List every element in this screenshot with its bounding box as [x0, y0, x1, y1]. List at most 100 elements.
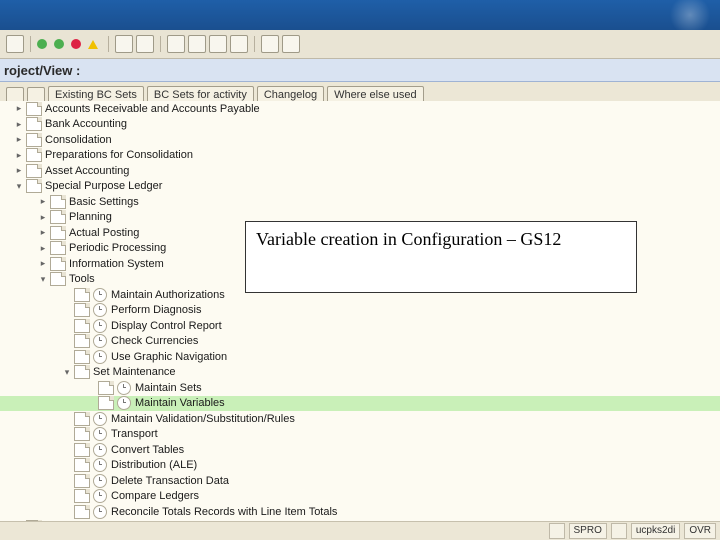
chevron-right-icon[interactable]: ▸: [14, 135, 24, 145]
chevron-right-icon[interactable]: ▸: [38, 228, 48, 238]
chevron-right-icon[interactable]: ▸: [14, 166, 24, 176]
tree-label: Maintain Sets: [135, 382, 202, 394]
activity-icon[interactable]: [117, 381, 131, 395]
activity-icon[interactable]: [93, 427, 107, 441]
doc-icon: [26, 179, 42, 193]
doc-icon: [74, 505, 90, 519]
chevron-down-icon[interactable]: ▾: [38, 274, 48, 284]
tree-label: Accounts Receivable and Accounts Payable: [45, 103, 260, 115]
tree-row[interactable]: Reconcile Totals Records with Line Item …: [0, 504, 720, 520]
tree-label: Information System: [69, 258, 164, 270]
activity-icon[interactable]: [93, 443, 107, 457]
prev-page-icon[interactable]: [188, 35, 206, 53]
last-page-icon[interactable]: [230, 35, 248, 53]
chevron-right-icon[interactable]: ▸: [38, 259, 48, 269]
tree-row[interactable]: Distribution (ALE): [0, 458, 720, 474]
activity-icon[interactable]: [93, 303, 107, 317]
tree-row[interactable]: Perform Diagnosis: [0, 303, 720, 319]
spacer: [62, 429, 72, 439]
find-icon[interactable]: [136, 35, 154, 53]
spacer: [62, 414, 72, 424]
activity-icon[interactable]: [93, 505, 107, 519]
tree-row[interactable]: Maintain Variables: [0, 396, 720, 412]
activity-icon[interactable]: [93, 489, 107, 503]
help-icon[interactable]: [261, 35, 279, 53]
status-server-icon: [611, 523, 627, 539]
img-tree[interactable]: ▸ Accounts Receivable and Accounts Payabl…: [0, 101, 720, 522]
tree-row[interactable]: ▸ Accounts Receivable and Accounts Payabl…: [0, 101, 720, 117]
tree-label: Maintain Variables: [135, 397, 225, 409]
chevron-right-icon[interactable]: ▸: [38, 197, 48, 207]
chevron-right-icon[interactable]: ▸: [38, 243, 48, 253]
tree-row[interactable]: Delete Transaction Data: [0, 473, 720, 489]
tree-label: Planning: [69, 211, 112, 223]
tree-row[interactable]: ▾ Special Purpose Ledger: [0, 179, 720, 195]
tree-row[interactable]: ▸Basic Settings: [0, 194, 720, 210]
cancel-icon[interactable]: [71, 39, 81, 49]
tree-row[interactable]: Check Currencies: [0, 334, 720, 350]
chevron-down-icon[interactable]: ▾: [14, 181, 24, 191]
tree-row[interactable]: Maintain Validation/Substitution/Rules: [0, 411, 720, 427]
activity-icon[interactable]: [93, 458, 107, 472]
spacer: [62, 305, 72, 315]
tree-row[interactable]: Transport: [0, 427, 720, 443]
activity-icon[interactable]: [93, 288, 107, 302]
activity-icon[interactable]: [93, 350, 107, 364]
status-nav-icon[interactable]: [549, 523, 565, 539]
first-page-icon[interactable]: [167, 35, 185, 53]
warn-icon: [88, 40, 98, 49]
layout-icon[interactable]: [282, 35, 300, 53]
doc-icon: [50, 210, 66, 224]
doc-icon: [98, 381, 114, 395]
spacer: [86, 398, 96, 408]
doc-icon: [26, 133, 42, 147]
next-page-icon[interactable]: [209, 35, 227, 53]
tree-label: Periodic Processing: [69, 242, 166, 254]
tree-row[interactable]: ▸ Bank Accounting: [0, 117, 720, 133]
tree-row[interactable]: ▾ Set Maintenance: [0, 365, 720, 381]
tree-label: Preparations for Consolidation: [45, 149, 193, 161]
tree-label: Bank Accounting: [45, 118, 127, 130]
chevron-right-icon[interactable]: ▸: [14, 119, 24, 129]
tree-label: Actual Posting: [69, 227, 139, 239]
doc-icon: [26, 117, 42, 131]
activity-icon[interactable]: [93, 474, 107, 488]
tree-row[interactable]: Convert Tables: [0, 442, 720, 458]
annotation-callout: Variable creation in Configuration – GS1…: [245, 221, 637, 293]
spacer: [62, 476, 72, 486]
print-icon[interactable]: [115, 35, 133, 53]
tree-row[interactable]: Use Graphic Navigation: [0, 349, 720, 365]
activity-icon[interactable]: [93, 412, 107, 426]
tree-label: Check Currencies: [111, 335, 198, 347]
exit-icon[interactable]: [54, 39, 64, 49]
status-server: ucpks2di: [631, 523, 680, 539]
chevron-right-icon[interactable]: ▸: [14, 104, 24, 114]
tree-row[interactable]: Maintain Sets: [0, 380, 720, 396]
activity-icon[interactable]: [117, 396, 131, 410]
spacer: [62, 491, 72, 501]
spacer: [62, 445, 72, 455]
chevron-down-icon[interactable]: ▾: [62, 367, 72, 377]
tree-row[interactable]: ▸ Consolidation: [0, 132, 720, 148]
tree-row[interactable]: ▸ Preparations for Consolidation: [0, 148, 720, 164]
chevron-right-icon[interactable]: ▸: [14, 150, 24, 160]
spacer: [62, 507, 72, 517]
tree-label: Asset Accounting: [45, 165, 129, 177]
doc-icon: [26, 148, 42, 162]
tree-row[interactable]: Display Control Report: [0, 318, 720, 334]
tree-label: Consolidation: [45, 134, 112, 146]
tree-label: Delete Transaction Data: [111, 475, 229, 487]
activity-icon[interactable]: [93, 334, 107, 348]
window-title: roject/View :: [0, 59, 720, 82]
save-icon[interactable]: [6, 35, 24, 53]
tree-row[interactable]: Compare Ledgers: [0, 489, 720, 505]
tree-label: Set Maintenance: [93, 366, 176, 378]
tree-label: Compare Ledgers: [111, 490, 199, 502]
tree-label: Special Purpose Ledger: [45, 180, 162, 192]
tree-row[interactable]: ▸ Asset Accounting: [0, 163, 720, 179]
chevron-right-icon[interactable]: ▸: [38, 212, 48, 222]
tree-label: Use Graphic Navigation: [111, 351, 227, 363]
activity-icon[interactable]: [93, 319, 107, 333]
doc-icon: [74, 350, 90, 364]
back-icon[interactable]: [37, 39, 47, 49]
